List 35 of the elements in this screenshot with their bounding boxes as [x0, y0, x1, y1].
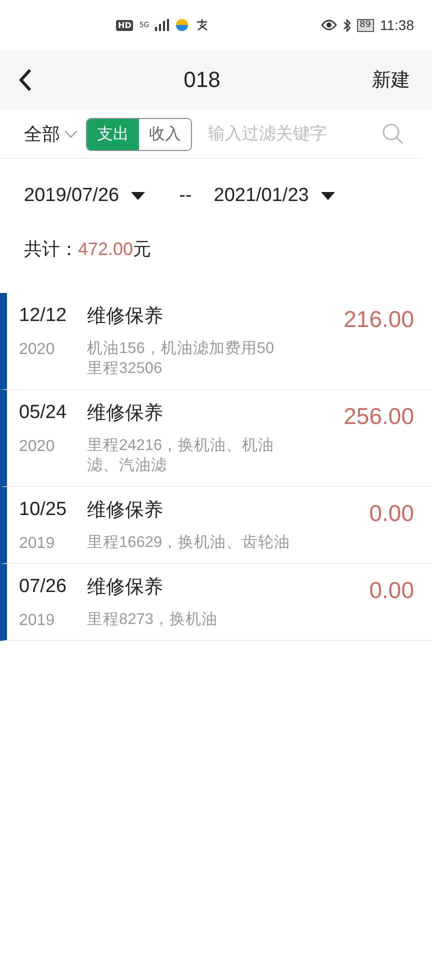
end-date-dropdown[interactable]: 2021/01/23 — [214, 185, 335, 207]
category-dropdown[interactable]: 全部 — [24, 122, 78, 146]
record-note: 里程8273，换机油 — [87, 610, 218, 630]
start-date-dropdown[interactable]: 2019/07/26 — [24, 185, 146, 207]
record-year: 2019 — [19, 612, 56, 630]
record-date: 10/25 — [19, 498, 68, 522]
record-category: 维修保养 — [87, 498, 164, 523]
record-note: 机油156，机油滤加费用50 里程32506 — [87, 339, 276, 379]
clock-time: 11:38 — [380, 17, 414, 33]
record-year: 2019 — [19, 535, 56, 553]
record-amount: 256.00 — [344, 402, 414, 431]
record-category: 维修保养 — [87, 304, 164, 329]
record-category: 维修保养 — [87, 401, 164, 426]
record-row[interactable]: 10/25 2019 维修保养 里程16629，换机油、齿轮油 0.00 — [0, 487, 432, 564]
date-separator: -- — [179, 185, 192, 207]
record-note: 里程16629，换机油、齿轮油 — [87, 533, 292, 553]
record-date: 05/24 — [19, 401, 68, 425]
record-amount: 216.00 — [344, 305, 414, 334]
new-button[interactable]: 新建 — [372, 67, 410, 93]
record-year: 2020 — [19, 341, 56, 359]
record-date: 12/12 — [19, 304, 68, 328]
record-category: 维修保养 — [87, 575, 164, 600]
total-text: 共计：472.00元 — [23, 238, 152, 262]
record-row[interactable]: 12/12 2020 维修保养 机油156，机油滤加费用50 里程32506 216.00 — [0, 293, 432, 390]
hd-icon: HD — [116, 20, 134, 30]
record-row[interactable]: 05/24 2020 维修保养 里程24216，换机油、机油滤、汽油滤 256.00 — [0, 390, 432, 487]
search-field[interactable]: 输入过滤关键字 — [206, 123, 378, 145]
record-note: 里程24216，换机油、机油滤、汽油滤 — [87, 436, 276, 476]
record-amount: 0.00 — [369, 576, 414, 605]
record-date: 07/26 — [19, 575, 68, 599]
record-row[interactable]: 07/26 2019 维修保养 里程8273，换机油 0.00 — [0, 564, 432, 641]
page-title: 018 — [182, 67, 222, 93]
record-amount: 0.00 — [369, 499, 414, 528]
record-year: 2020 — [19, 438, 56, 456]
battery-icon: 89 — [356, 18, 374, 32]
